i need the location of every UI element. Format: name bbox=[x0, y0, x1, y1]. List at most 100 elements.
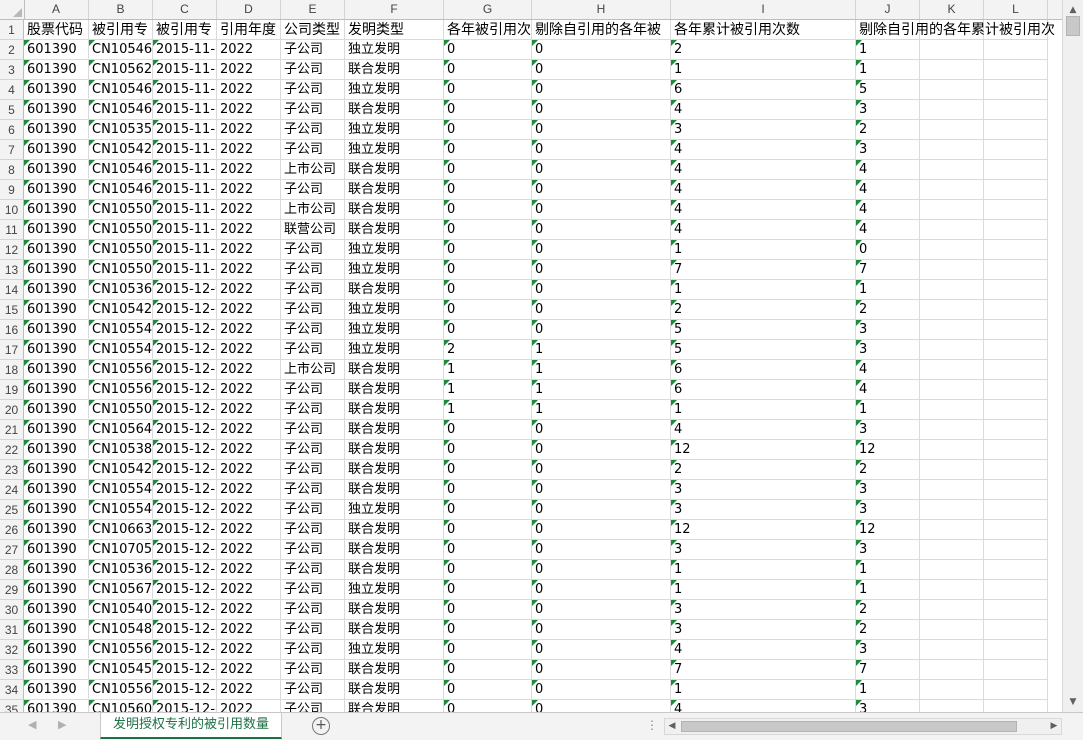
data-cell[interactable]: 4 bbox=[671, 700, 856, 712]
data-cell[interactable]: 2015-11-2 bbox=[153, 200, 217, 220]
row-header[interactable]: 25 bbox=[0, 500, 24, 520]
data-cell[interactable]: 0 bbox=[532, 620, 671, 640]
data-cell[interactable]: 4 bbox=[671, 100, 856, 120]
column-header-G[interactable]: G bbox=[444, 0, 532, 19]
row-header[interactable]: 7 bbox=[0, 140, 24, 160]
spreadsheet-grid[interactable]: ABCDEFGHIJKL 1 股票代码 被引用专 被引用专 引用年度 公司类型 发明类型 各年… bbox=[0, 0, 1062, 712]
data-cell[interactable]: 0 bbox=[444, 280, 532, 300]
data-cell[interactable]: CN105507 bbox=[89, 200, 153, 220]
data-cell[interactable]: 联合发明 bbox=[345, 380, 444, 400]
data-cell[interactable]: CN105507 bbox=[89, 260, 153, 280]
data-cell[interactable]: 0 bbox=[444, 620, 532, 640]
data-cell[interactable]: 2022 bbox=[217, 140, 281, 160]
data-cell[interactable]: 0 bbox=[444, 320, 532, 340]
prev-sheet-icon[interactable]: ◀ bbox=[28, 718, 36, 731]
data-cell[interactable]: 601390 bbox=[24, 520, 89, 540]
data-cell[interactable]: 子公司 bbox=[281, 500, 345, 520]
data-cell[interactable]: CN105648 bbox=[89, 420, 153, 440]
data-cell[interactable]: 子公司 bbox=[281, 300, 345, 320]
row-header[interactable]: 15 bbox=[0, 300, 24, 320]
data-cell[interactable]: 3 bbox=[856, 100, 920, 120]
row-header[interactable]: 5 bbox=[0, 100, 24, 120]
data-cell[interactable]: 601390 bbox=[24, 400, 89, 420]
data-cell[interactable]: 2 bbox=[671, 40, 856, 60]
data-cell[interactable]: 0 bbox=[444, 480, 532, 500]
data-cell[interactable]: 2015-12-1 bbox=[153, 480, 217, 500]
data-cell[interactable]: 联合发明 bbox=[345, 60, 444, 80]
data-cell[interactable]: 4 bbox=[856, 180, 920, 200]
data-cell[interactable]: 2 bbox=[856, 300, 920, 320]
row-header[interactable]: 18 bbox=[0, 360, 24, 380]
empty-cell[interactable] bbox=[984, 560, 1048, 580]
data-cell[interactable]: 独立发明 bbox=[345, 40, 444, 60]
horizontal-scroll-thumb[interactable] bbox=[681, 721, 1017, 732]
data-cell[interactable]: CN105625 bbox=[89, 60, 153, 80]
empty-cell[interactable] bbox=[984, 120, 1048, 140]
data-cell[interactable]: 0 bbox=[444, 560, 532, 580]
data-cell[interactable]: 联合发明 bbox=[345, 200, 444, 220]
data-cell[interactable]: 601390 bbox=[24, 140, 89, 160]
data-cell[interactable]: 子公司 bbox=[281, 240, 345, 260]
data-cell[interactable]: 0 bbox=[532, 560, 671, 580]
data-cell[interactable]: 2015-12-1 bbox=[153, 560, 217, 580]
data-cell[interactable]: CN105422 bbox=[89, 460, 153, 480]
empty-cell[interactable] bbox=[984, 580, 1048, 600]
data-cell[interactable]: 2022 bbox=[217, 160, 281, 180]
tab-splitter-icon[interactable]: ⋮ bbox=[646, 718, 658, 732]
data-cell[interactable]: 独立发明 bbox=[345, 80, 444, 100]
data-cell[interactable]: 联营公司 bbox=[281, 220, 345, 240]
data-cell[interactable]: 联合发明 bbox=[345, 520, 444, 540]
data-cell[interactable]: 601390 bbox=[24, 700, 89, 712]
data-cell[interactable]: CN105463 bbox=[89, 160, 153, 180]
row-header[interactable]: 9 bbox=[0, 180, 24, 200]
data-cell[interactable]: 0 bbox=[444, 160, 532, 180]
data-cell[interactable]: 2015-12-1 bbox=[153, 540, 217, 560]
data-cell[interactable]: 0 bbox=[444, 300, 532, 320]
data-cell[interactable]: 3 bbox=[856, 500, 920, 520]
data-cell[interactable]: 2015-12-0 bbox=[153, 280, 217, 300]
header-cell[interactable]: 股票代码 bbox=[24, 20, 89, 40]
data-cell[interactable]: 2022 bbox=[217, 520, 281, 540]
column-header-I[interactable]: I bbox=[671, 0, 856, 19]
data-cell[interactable]: 601390 bbox=[24, 160, 89, 180]
data-cell[interactable]: 0 bbox=[444, 220, 532, 240]
data-cell[interactable]: 601390 bbox=[24, 460, 89, 480]
data-cell[interactable]: 4 bbox=[671, 160, 856, 180]
data-cell[interactable]: CN105507 bbox=[89, 220, 153, 240]
header-cell[interactable]: 发明类型 bbox=[345, 20, 444, 40]
empty-cell[interactable] bbox=[920, 420, 984, 440]
data-cell[interactable]: 独立发明 bbox=[345, 120, 444, 140]
header-cell[interactable]: 剔除自引用的各年被 bbox=[532, 20, 671, 40]
data-cell[interactable]: 4 bbox=[671, 180, 856, 200]
data-cell[interactable]: 0 bbox=[444, 140, 532, 160]
data-cell[interactable]: 4 bbox=[856, 380, 920, 400]
data-cell[interactable]: 独立发明 bbox=[345, 300, 444, 320]
data-cell[interactable]: 601390 bbox=[24, 260, 89, 280]
data-cell[interactable]: 12 bbox=[671, 520, 856, 540]
row-header[interactable]: 24 bbox=[0, 480, 24, 500]
data-cell[interactable]: 2015-12-1 bbox=[153, 320, 217, 340]
data-cell[interactable]: 601390 bbox=[24, 620, 89, 640]
empty-cell[interactable] bbox=[984, 320, 1048, 340]
data-cell[interactable]: 2015-11-2 bbox=[153, 140, 217, 160]
column-header-K[interactable]: K bbox=[920, 0, 984, 19]
data-cell[interactable]: 2015-12-2 bbox=[153, 700, 217, 712]
data-cell[interactable]: 子公司 bbox=[281, 420, 345, 440]
data-cell[interactable]: 联合发明 bbox=[345, 600, 444, 620]
data-cell[interactable]: 0 bbox=[444, 500, 532, 520]
row-header[interactable]: 16 bbox=[0, 320, 24, 340]
data-cell[interactable]: 子公司 bbox=[281, 40, 345, 60]
data-cell[interactable]: 4 bbox=[671, 640, 856, 660]
data-cell[interactable]: 0 bbox=[532, 280, 671, 300]
data-cell[interactable]: CN107059 bbox=[89, 540, 153, 560]
data-cell[interactable]: 1 bbox=[671, 580, 856, 600]
data-cell[interactable]: 0 bbox=[444, 100, 532, 120]
data-cell[interactable]: 0 bbox=[444, 660, 532, 680]
data-cell[interactable]: 2015-12-2 bbox=[153, 600, 217, 620]
data-cell[interactable]: 4 bbox=[671, 140, 856, 160]
data-cell[interactable]: 子公司 bbox=[281, 520, 345, 540]
data-cell[interactable]: 2022 bbox=[217, 560, 281, 580]
data-cell[interactable]: 2022 bbox=[217, 500, 281, 520]
data-cell[interactable]: 3 bbox=[856, 540, 920, 560]
data-cell[interactable]: 0 bbox=[444, 200, 532, 220]
